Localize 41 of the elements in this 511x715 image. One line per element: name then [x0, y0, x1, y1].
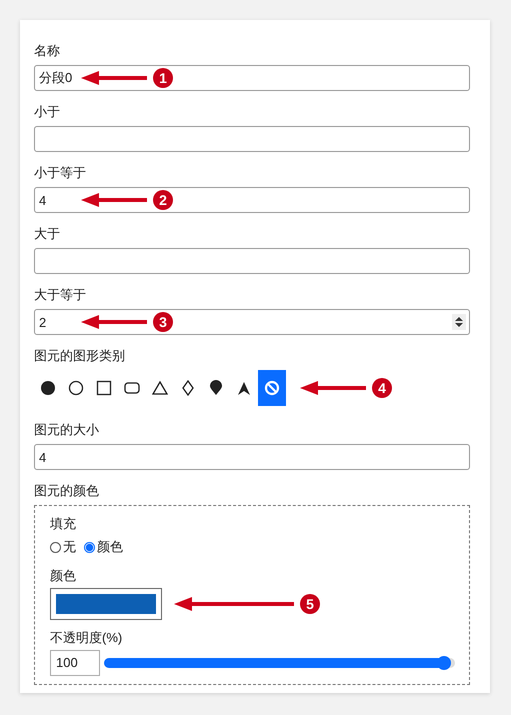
radio-option[interactable]: 无	[50, 538, 76, 556]
field-label: 名称	[34, 42, 61, 60]
opacity-slider[interactable]	[104, 658, 455, 668]
ban-icon	[264, 380, 280, 396]
callout-arrow	[81, 193, 147, 207]
field-label: 填充	[50, 515, 77, 533]
field-label: 小于	[34, 103, 61, 121]
field-label: 颜色	[50, 567, 77, 585]
callout-badge: 1	[153, 68, 173, 88]
spinner-icon[interactable]	[452, 314, 466, 330]
rounded-rect-icon	[124, 380, 140, 396]
callout-arrow	[300, 381, 366, 395]
input-field[interactable]: 分段0 1	[34, 65, 470, 91]
input-field[interactable]	[34, 126, 470, 152]
circle-icon	[68, 380, 84, 396]
opacity-field[interactable]: 100	[50, 650, 100, 676]
callout-arrow	[81, 315, 147, 329]
field-label: 不透明度(%)	[50, 629, 124, 647]
callout-arrow	[81, 71, 147, 85]
field-label: 图元的图形类别	[34, 347, 126, 365]
radio-option[interactable]: 颜色	[84, 538, 123, 556]
arrow-icon	[236, 380, 252, 396]
square-icon	[96, 380, 112, 396]
callout-badge: 2	[153, 190, 173, 210]
callout-badge: 5	[300, 594, 320, 614]
field-label: 小于等于	[34, 164, 87, 182]
field-label: 图元的颜色	[34, 482, 100, 500]
pin-icon	[208, 380, 224, 396]
input-field[interactable]	[34, 248, 470, 274]
diamond-icon	[180, 380, 196, 396]
field-label: 大于	[34, 225, 61, 243]
input-field[interactable]: 4 2	[34, 187, 470, 213]
filled-circle-icon	[40, 380, 56, 396]
callout-badge: 4	[372, 378, 392, 398]
input-field[interactable]: 4	[34, 444, 470, 470]
field-label: 大于等于	[34, 286, 87, 304]
callout-badge: 3	[153, 312, 173, 332]
color-picker[interactable]	[50, 588, 162, 620]
triangle-icon	[152, 380, 168, 396]
field-label: 图元的大小	[34, 421, 100, 439]
input-field[interactable]: 2 3	[34, 309, 470, 335]
